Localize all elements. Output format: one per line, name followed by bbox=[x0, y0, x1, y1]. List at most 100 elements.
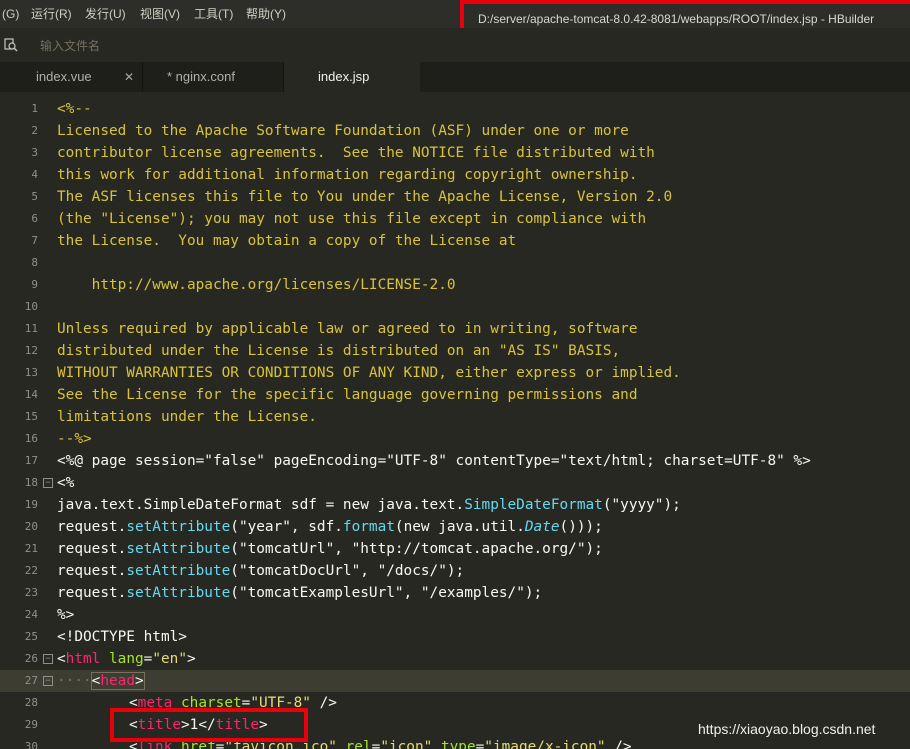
line-number: 6 bbox=[31, 212, 38, 225]
menu-goto[interactable]: (G) bbox=[2, 0, 19, 28]
fold-toggle-icon[interactable]: − bbox=[43, 478, 53, 488]
token: type bbox=[440, 739, 476, 749]
menu-help[interactable]: 帮助(Y) bbox=[246, 0, 286, 28]
code-text: Unless required by applicable law or agr… bbox=[57, 321, 638, 337]
menu-view[interactable]: 视图(V) bbox=[140, 0, 180, 28]
code-line-16: 16 --%> bbox=[0, 428, 910, 450]
code-text: http://www.apache.org/licenses/LICENSE-2… bbox=[57, 277, 456, 293]
watermark: https://xiaoyao.blog.csdn.net bbox=[698, 721, 876, 737]
code-line-8: 8 bbox=[0, 252, 910, 274]
code-line-5: 5 The ASF licenses this file to You under… bbox=[0, 186, 910, 208]
token: > bbox=[134, 673, 144, 689]
token: request. bbox=[57, 563, 127, 579]
menu-tools[interactable]: 工具(T) bbox=[194, 0, 233, 28]
tab-label: index.vue bbox=[36, 69, 92, 84]
line-number: 20 bbox=[24, 520, 38, 533]
code-line-22: 22 request.setAttribute("tomcatDocUrl", … bbox=[0, 560, 910, 582]
token: setAttribute bbox=[126, 519, 231, 535]
code-line-15: 15 limitations under the License. bbox=[0, 406, 910, 428]
code-line-10: 10 bbox=[0, 296, 910, 318]
line-number: 27 bbox=[24, 674, 38, 687]
line-number: 24 bbox=[24, 608, 38, 621]
tab-label: index.jsp bbox=[318, 69, 370, 84]
token: ("yyyy"); bbox=[602, 497, 681, 513]
token: ("year", sdf. bbox=[230, 519, 343, 535]
line-number: 19 bbox=[24, 498, 38, 511]
code-text: <html lang="en"> bbox=[57, 648, 196, 670]
tab-index-vue[interactable]: index.vue ✕ bbox=[0, 62, 143, 92]
token: > bbox=[259, 717, 268, 733]
tab-nginx-conf[interactable]: * nginx.conf bbox=[143, 62, 284, 92]
token: java.text.SimpleDateFormat sdf = new jav… bbox=[57, 497, 465, 513]
token: lang bbox=[109, 651, 144, 667]
line-number: 25 bbox=[24, 630, 38, 643]
line-number: 10 bbox=[24, 300, 38, 313]
code-line-18: 18 − <% bbox=[0, 472, 910, 494]
token: title bbox=[137, 717, 181, 733]
token: request. bbox=[57, 541, 127, 557]
line-number: 4 bbox=[31, 168, 38, 181]
code-line-2: 2 Licensed to the Apache Software Foundat… bbox=[0, 120, 910, 142]
menu-run[interactable]: 运行(R) bbox=[31, 0, 72, 28]
line-number: 22 bbox=[24, 564, 38, 577]
code-line-9: 9 http://www.apache.org/licenses/LICENSE… bbox=[0, 274, 910, 296]
code-line-20: 20 request.setAttribute("year", sdf.form… bbox=[0, 516, 910, 538]
line-number: 18 bbox=[24, 476, 38, 489]
code-text: request.setAttribute("tomcatDocUrl", "/d… bbox=[57, 560, 464, 582]
file-search-input[interactable] bbox=[38, 34, 342, 58]
fold-toggle-icon[interactable]: − bbox=[43, 654, 53, 664]
token: html bbox=[65, 651, 101, 667]
code-text: <%-- bbox=[57, 101, 92, 117]
line-number: 8 bbox=[31, 256, 38, 269]
token: = bbox=[371, 739, 381, 749]
file-search-bar bbox=[0, 28, 910, 62]
code-editor[interactable]: 16 --%> 15 limitations under the License. 14… bbox=[0, 92, 910, 749]
code-line-23: 23 request.setAttribute("tomcatExamplesU… bbox=[0, 582, 910, 604]
code-line-19: 19 java.text.SimpleDateFormat sdf = new … bbox=[0, 494, 910, 516]
code-line-14: 14 See the License for the specific langu… bbox=[0, 384, 910, 406]
line-number: 3 bbox=[31, 146, 38, 159]
token: < bbox=[129, 739, 138, 749]
token: > bbox=[186, 651, 196, 667]
line-number: 7 bbox=[31, 234, 38, 247]
code-line-12: 12 distributed under the License is distr… bbox=[0, 340, 910, 362]
code-line-1: 1 <%-- bbox=[0, 98, 910, 120]
token: < bbox=[129, 717, 138, 733]
line-number: 15 bbox=[24, 410, 38, 423]
code-line-27: 27 − ····<head> bbox=[0, 670, 910, 692]
code-text: <% bbox=[57, 475, 75, 491]
search-file-icon[interactable] bbox=[4, 38, 18, 52]
token: meta bbox=[137, 695, 173, 711]
token: < bbox=[57, 651, 66, 667]
code-line-11: 11 Unless required by applicable law or a… bbox=[0, 318, 910, 340]
token: link bbox=[137, 739, 173, 749]
code-line-13: 13 WITHOUT WARRANTIES OR CONDITIONS OF AN… bbox=[0, 362, 910, 384]
token: request. bbox=[57, 519, 127, 535]
code-text: (the "License"); you may not use this fi… bbox=[57, 211, 647, 227]
code-text: limitations under the License. bbox=[57, 409, 317, 425]
close-icon[interactable]: ✕ bbox=[124, 62, 134, 92]
code-line-6: 6 (the "License"); you may not use this f… bbox=[0, 208, 910, 230]
code-line-21: 21 request.setAttribute("tomcatUrl", "ht… bbox=[0, 538, 910, 560]
code-line-17: 17 <%@ page session="false" pageEncoding… bbox=[0, 450, 910, 472]
code-line-26: 26 − <html lang="en"> bbox=[0, 648, 910, 670]
token: /> bbox=[605, 739, 632, 749]
token: ("tomcatUrl", "http://tomcat.apache.org/… bbox=[230, 541, 603, 557]
tab-index-jsp[interactable]: index.jsp bbox=[284, 62, 420, 92]
line-number: 1 bbox=[31, 102, 38, 115]
line-number: 12 bbox=[24, 344, 38, 357]
code-text: WITHOUT WARRANTIES OR CONDITIONS OF ANY … bbox=[57, 365, 681, 381]
code-text: request.setAttribute("tomcatUrl", "http:… bbox=[57, 538, 603, 560]
line-number: 23 bbox=[24, 586, 38, 599]
code-text: The ASF licenses this file to You under … bbox=[57, 189, 673, 205]
token: Date bbox=[524, 519, 560, 535]
token: </ bbox=[198, 717, 216, 733]
menu-publish[interactable]: 发行(U) bbox=[85, 0, 126, 28]
token: < bbox=[129, 695, 138, 711]
code-text: request.setAttribute("tomcatExamplesUrl"… bbox=[57, 582, 542, 604]
line-number: 13 bbox=[24, 366, 38, 379]
fold-toggle-icon[interactable]: − bbox=[43, 676, 53, 686]
